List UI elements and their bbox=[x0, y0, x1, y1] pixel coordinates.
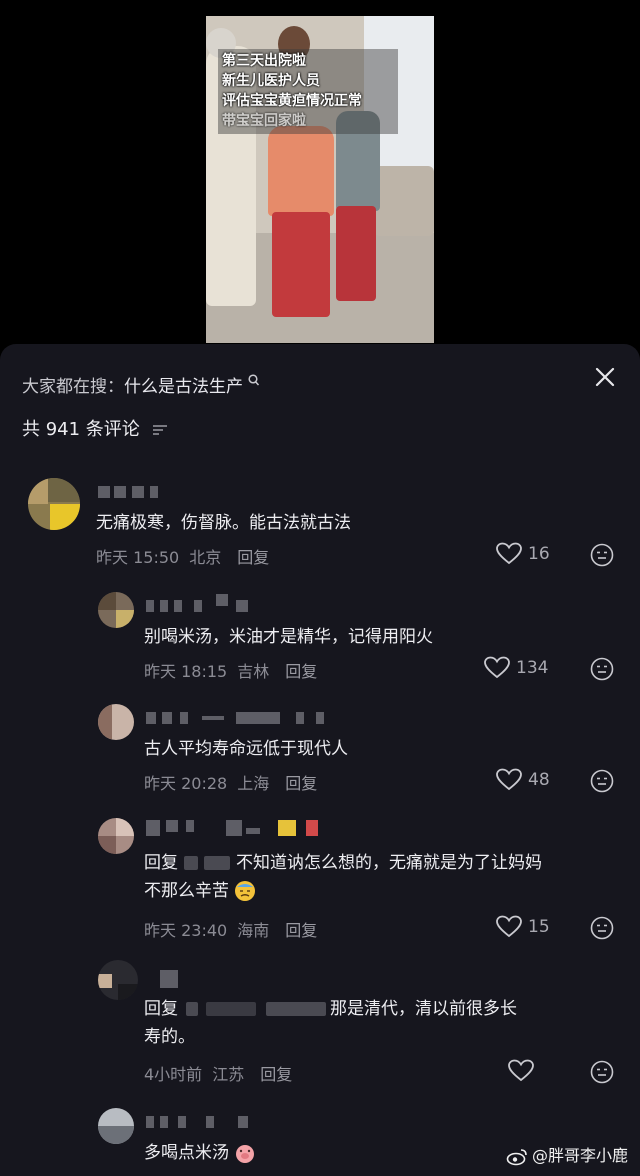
comment-location: 江苏 bbox=[212, 1065, 245, 1084]
comment-meta: 昨天 15:50 北京 回复 bbox=[96, 544, 279, 568]
avatar[interactable] bbox=[98, 704, 134, 740]
comment-text-line: 寿的。 bbox=[144, 1027, 195, 1047]
comment-text-line: 不知道讷怎么想的，无痛就是为了让妈妈 bbox=[236, 853, 542, 873]
comment-location: 吉林 bbox=[237, 662, 270, 681]
emoji-reaction-icon[interactable] bbox=[590, 543, 614, 567]
comment-time: 4小时前 bbox=[144, 1065, 203, 1084]
sort-icon[interactable] bbox=[152, 424, 168, 436]
heart-icon bbox=[484, 656, 510, 679]
comment-text: 回复 那是清代，清以前很多长 bbox=[144, 995, 517, 1023]
video-caption-line: 第三天出院啦 bbox=[222, 53, 306, 69]
person-shape bbox=[272, 212, 330, 317]
search-icon bbox=[248, 374, 260, 386]
reply-prefix: 回复 bbox=[144, 999, 178, 1019]
comment-time: 昨天 15:50 bbox=[96, 548, 180, 567]
reply-button[interactable]: 回复 bbox=[260, 1065, 292, 1084]
comment-text: 不那么辛苦 bbox=[144, 877, 256, 905]
comment-panel: 大家都在搜：什么是古法生产 共 941 条评论 无痛极寒，伤督脉。能古法就古法 … bbox=[0, 344, 640, 1176]
comment-text: 无痛极寒，伤督脉。能古法就古法 bbox=[96, 513, 351, 533]
emoji-reaction-icon[interactable] bbox=[590, 769, 614, 793]
comment-count: 共 941 条评论 bbox=[22, 415, 168, 441]
video-thumbnail[interactable]: 第三天出院啦 新生儿医护人员 评估宝宝黄疸情况正常 带宝宝回家啦 bbox=[206, 16, 434, 343]
comment-text-line: 多喝点米汤 bbox=[144, 1143, 229, 1163]
watermark-text: @胖哥李小鹿 bbox=[531, 1146, 628, 1165]
avatar[interactable] bbox=[98, 592, 134, 628]
avatar[interactable] bbox=[28, 478, 80, 530]
video-caption-line: 带宝宝回家啦 bbox=[222, 113, 306, 129]
masked-username bbox=[266, 1002, 326, 1016]
comment-location: 海南 bbox=[237, 921, 270, 940]
comment-location: 北京 bbox=[189, 548, 222, 567]
emoji-reaction-icon[interactable] bbox=[590, 916, 614, 940]
person-shape bbox=[268, 126, 334, 216]
emoji-reaction-icon[interactable] bbox=[590, 1060, 614, 1084]
like-count: 48 bbox=[528, 770, 550, 790]
avatar[interactable] bbox=[98, 1108, 134, 1144]
comment-meta: 昨天 18:15 吉林 回复 bbox=[144, 658, 327, 682]
comment-count-label: 共 941 条评论 bbox=[22, 419, 140, 440]
emoji-reaction-icon[interactable] bbox=[590, 657, 614, 681]
comment-location: 上海 bbox=[237, 774, 270, 793]
watermark: @胖哥李小鹿 bbox=[506, 1142, 628, 1166]
comment-meta: 昨天 23:40 海南 回复 bbox=[144, 917, 327, 941]
pig-emoji-icon bbox=[236, 1145, 255, 1163]
comment-text: 回复 不知道讷怎么想的，无痛就是为了让妈妈 bbox=[144, 849, 542, 877]
sweat-emoji-icon bbox=[235, 881, 256, 901]
comment-text: 别喝米汤，米油才是精华，记得用阳火 bbox=[144, 627, 433, 647]
reply-prefix: 回复 bbox=[144, 853, 178, 873]
weibo-icon bbox=[506, 1148, 527, 1165]
comment-meta: 4小时前 江苏 回复 bbox=[144, 1061, 302, 1085]
heart-icon bbox=[508, 1059, 534, 1082]
person-shape bbox=[336, 206, 376, 301]
heart-icon bbox=[496, 915, 522, 938]
search-suggestion[interactable]: 大家都在搜：什么是古法生产 bbox=[22, 372, 260, 397]
search-prefix: 大家都在搜： bbox=[22, 377, 124, 397]
close-icon[interactable] bbox=[592, 364, 618, 390]
masked-username bbox=[206, 1002, 256, 1016]
reply-button[interactable]: 回复 bbox=[285, 921, 317, 940]
comment-text-line: 那是清代，清以前很多长 bbox=[330, 999, 517, 1019]
comment-time: 昨天 20:28 bbox=[144, 774, 228, 793]
comment-time: 昨天 18:15 bbox=[144, 662, 228, 681]
comment-text-line: 不那么辛苦 bbox=[144, 881, 229, 901]
reply-button[interactable]: 回复 bbox=[237, 548, 269, 567]
like-count: 15 bbox=[528, 917, 550, 937]
like-count: 16 bbox=[528, 544, 550, 564]
heart-icon bbox=[496, 768, 522, 791]
reply-button[interactable]: 回复 bbox=[285, 774, 317, 793]
comment-text: 古人平均寿命远低于现代人 bbox=[144, 739, 348, 759]
comment-meta: 昨天 20:28 上海 回复 bbox=[144, 770, 327, 794]
masked-username bbox=[184, 856, 198, 870]
like-count: 134 bbox=[516, 658, 549, 678]
video-caption-line: 评估宝宝黄疸情况正常 bbox=[222, 93, 362, 109]
sofa-shape bbox=[374, 166, 434, 236]
reply-button[interactable]: 回复 bbox=[285, 662, 317, 681]
masked-username bbox=[204, 856, 230, 870]
comment-text: 多喝点米汤 bbox=[144, 1139, 256, 1167]
video-caption-line: 新生儿医护人员 bbox=[222, 73, 320, 89]
avatar[interactable] bbox=[98, 818, 134, 854]
search-term[interactable]: 什么是古法生产 bbox=[124, 377, 243, 397]
avatar[interactable] bbox=[98, 960, 138, 1000]
masked-username bbox=[186, 1002, 198, 1016]
heart-icon bbox=[496, 542, 522, 565]
comment-time: 昨天 23:40 bbox=[144, 921, 228, 940]
comment-text: 寿的。 bbox=[144, 1023, 195, 1051]
